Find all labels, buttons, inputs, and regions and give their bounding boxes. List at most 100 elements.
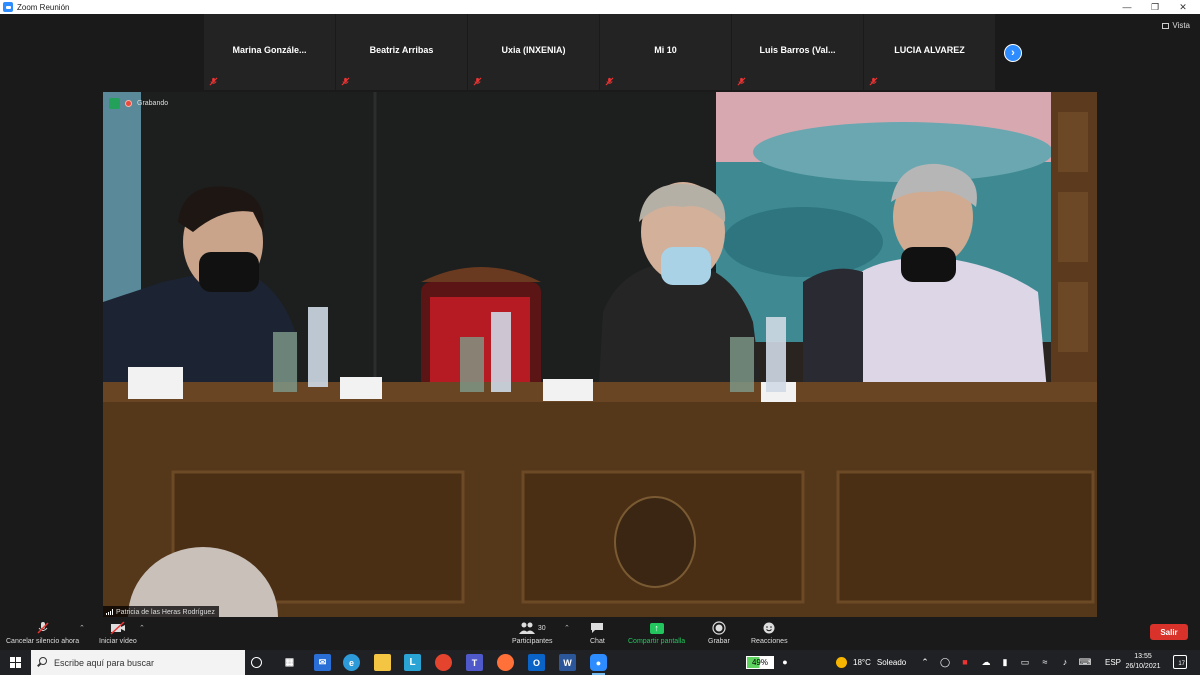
muted-mic-icon: [737, 77, 746, 86]
record-button[interactable]: Grabar: [708, 620, 730, 645]
participant-tile[interactable]: LUCIA ALVAREZ: [864, 14, 995, 90]
chevron-up-icon[interactable]: ⌃: [920, 657, 930, 667]
muted-mic-icon: [36, 620, 50, 636]
participants-caret-icon[interactable]: ⌃: [564, 624, 570, 632]
chat-button[interactable]: Chat: [590, 620, 605, 645]
participant-name: Mi 10: [654, 45, 677, 55]
windows-logo-icon: [9, 657, 21, 668]
volume-icon[interactable]: ♪: [1060, 657, 1070, 667]
participant-tile[interactable]: Luis Barros (Val...: [732, 14, 863, 90]
muted-mic-icon: [473, 77, 482, 86]
recording-label: Grabando: [137, 100, 169, 107]
grid-view-icon: [1162, 22, 1170, 29]
video-off-icon: [110, 620, 126, 636]
participants-label: Participantes: [512, 638, 553, 645]
reactions-button[interactable]: Reacciones: [751, 620, 788, 645]
chevron-right-icon: ›: [1011, 47, 1015, 59]
window-title: Zoom Reunión: [17, 2, 70, 12]
participant-name: Uxia (INXENIA): [501, 45, 566, 55]
meeting-area: Marina Gonzále... Beatriz Arribas Uxia (…: [0, 14, 1200, 618]
speaker-name: Patricia de las Heras Rodríguez: [116, 608, 215, 616]
weather-temp: 18°C: [853, 658, 871, 667]
participants-icon: 30: [518, 620, 546, 636]
window-titlebar: Zoom Reunión — ❐ ✕: [0, 0, 1200, 14]
reactions-label: Reacciones: [751, 638, 788, 645]
participant-name: Beatriz Arribas: [369, 45, 434, 55]
recording-dot-icon: [125, 100, 132, 107]
leave-meeting-button[interactable]: Salir: [1150, 624, 1188, 640]
weather-text: Soleado: [876, 658, 907, 667]
view-switcher[interactable]: Vista: [1162, 21, 1190, 30]
participant-tile[interactable]: Mi 10: [600, 14, 731, 90]
active-speaker-video: Grabando Patricia de las Heras Rodríguez: [103, 92, 1097, 617]
minimize-icon[interactable]: —: [1113, 0, 1141, 14]
share-screen-label: Compartir pantalla: [628, 638, 686, 645]
record-label: Grabar: [708, 638, 730, 645]
word-icon[interactable]: W: [559, 654, 576, 671]
next-participants-button[interactable]: ›: [1004, 44, 1022, 62]
battery-percent: 49%: [751, 658, 768, 667]
battery-tray-icon[interactable]: ▭: [1020, 657, 1030, 667]
muted-mic-icon: [209, 77, 218, 86]
participants-count: 30: [537, 624, 546, 632]
language-indicator[interactable]: ESP: [1105, 650, 1121, 675]
weather-widget[interactable]: 18°C Soleado: [836, 650, 906, 675]
participant-tile[interactable]: Marina Gonzále...: [204, 14, 335, 90]
task-view-icon[interactable]: ▦: [281, 654, 298, 671]
muted-mic-icon: [869, 77, 878, 86]
app-l-icon[interactable]: L: [404, 654, 421, 671]
keyboard-icon[interactable]: ⌨: [1079, 657, 1092, 667]
video-options-caret-icon[interactable]: ⌃: [139, 624, 145, 632]
search-icon: [39, 657, 47, 665]
teams-icon[interactable]: T: [466, 654, 483, 671]
taskbar-search-box[interactable]: Escribe aquí para buscar: [31, 650, 245, 675]
chat-bubble-icon: [590, 620, 604, 636]
chrome-icon[interactable]: [435, 654, 452, 671]
speaker-name-label: Patricia de las Heras Rodríguez: [103, 606, 219, 617]
audio-options-caret-icon[interactable]: ⌃: [79, 624, 85, 632]
participants-button[interactable]: 30 Participantes: [512, 620, 552, 645]
view-label: Vista: [1172, 21, 1190, 30]
smiley-icon: [762, 620, 776, 636]
recording-indicator: Grabando: [109, 98, 168, 109]
tray-app-red-icon[interactable]: ■: [960, 657, 970, 667]
muted-mic-icon: [341, 77, 350, 86]
video-frame: [103, 92, 1097, 617]
unmute-button[interactable]: Cancelar silencio ahora: [6, 620, 79, 645]
microphone-tray-icon[interactable]: ●: [780, 657, 790, 667]
search-placeholder: Escribe aquí para buscar: [54, 657, 155, 668]
outlook-icon[interactable]: O: [528, 654, 545, 671]
battery-indicator[interactable]: 49%: [746, 656, 774, 669]
mic-tray-icon[interactable]: ▮: [1000, 657, 1010, 667]
participant-tile[interactable]: Beatriz Arribas: [336, 14, 467, 90]
cortana-icon[interactable]: [251, 657, 262, 668]
clock-time: 13:55: [1134, 653, 1152, 660]
notification-count: 17: [1178, 661, 1185, 667]
zoom-logo-icon: [3, 2, 13, 12]
signal-bars-icon: [106, 609, 113, 615]
start-video-label: Iniciar vídeo: [99, 638, 137, 645]
sun-icon: [836, 657, 847, 668]
unmute-label: Cancelar silencio ahora: [6, 638, 80, 645]
file-explorer-icon[interactable]: [374, 654, 391, 671]
tray-app-icon[interactable]: ◯: [940, 657, 950, 667]
share-screen-button[interactable]: ↑ Compartir pantalla: [628, 620, 685, 645]
taskbar-clock[interactable]: 13:55 26/10/2021: [1124, 652, 1162, 672]
firefox-icon[interactable]: [497, 654, 514, 671]
start-video-button[interactable]: Iniciar vídeo: [99, 620, 137, 645]
restore-icon[interactable]: ❐: [1141, 0, 1169, 14]
wifi-icon[interactable]: ≈: [1040, 657, 1050, 667]
participant-strip: Marina Gonzále... Beatriz Arribas Uxia (…: [204, 14, 1000, 90]
start-button[interactable]: [0, 650, 30, 675]
notification-center-icon[interactable]: 17: [1173, 655, 1187, 669]
zoom-taskbar-icon[interactable]: ●: [590, 654, 607, 675]
record-icon: [712, 620, 726, 636]
mail-icon[interactable]: ✉: [314, 654, 331, 671]
participant-tile[interactable]: Uxia (INXENIA): [468, 14, 599, 90]
onedrive-cloud-icon[interactable]: ☁: [981, 657, 991, 667]
chat-label: Chat: [590, 638, 605, 645]
participant-name: LUCIA ALVAREZ: [894, 45, 965, 55]
edge-browser-icon[interactable]: e: [343, 654, 360, 671]
close-icon[interactable]: ✕: [1169, 0, 1197, 14]
participant-name: Luis Barros (Val...: [759, 45, 836, 55]
